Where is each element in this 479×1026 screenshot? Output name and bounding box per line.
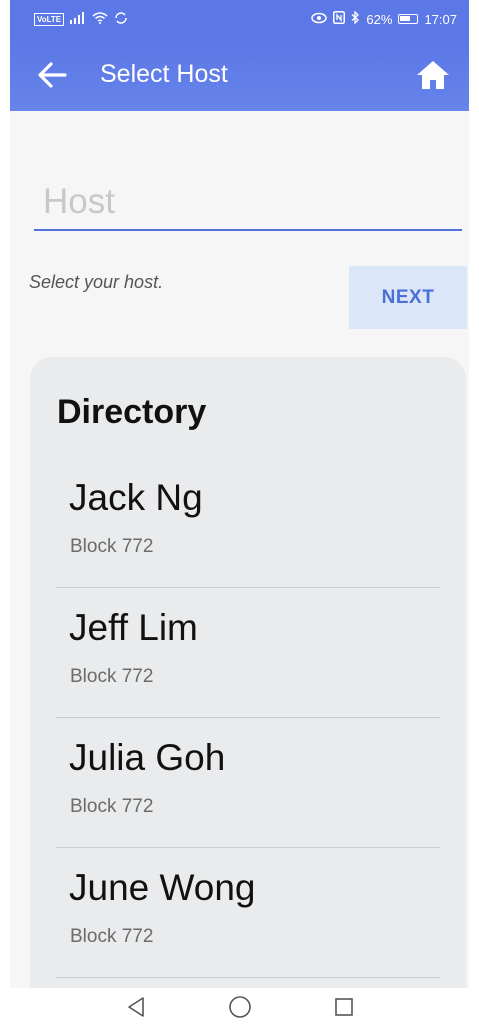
- system-nav-bar: [10, 988, 469, 1026]
- home-circle-icon[interactable]: [227, 994, 253, 1020]
- back-triangle-icon[interactable]: [123, 994, 149, 1020]
- wifi-icon: [92, 11, 108, 27]
- signal-icon: [70, 11, 86, 27]
- host-field[interactable]: [34, 175, 462, 231]
- directory-card: Directory Jack Ng Block 772 Jeff Lim Blo…: [30, 357, 466, 988]
- bluetooth-icon: [351, 10, 360, 27]
- app-bar: Select Host: [10, 38, 469, 111]
- main-content: Select your host. NEXT Directory Jack Ng…: [10, 111, 469, 988]
- directory-title: Directory: [57, 393, 207, 431]
- eye-icon: [311, 12, 328, 27]
- clock: 17:07: [424, 11, 457, 27]
- battery-percent: 62%: [366, 11, 393, 27]
- nfc-icon: [333, 11, 346, 27]
- status-bar: VoLTE 62% 17:07: [10, 0, 469, 38]
- host-block: Block 772: [70, 666, 154, 687]
- volte-icon: VoLTE: [34, 12, 65, 26]
- arrow-left-icon[interactable]: [36, 59, 68, 91]
- page-title: Select Host: [100, 60, 228, 88]
- sync-icon: [114, 11, 128, 28]
- list-item[interactable]: June Wong Block 772: [56, 847, 440, 978]
- host-input[interactable]: [34, 175, 462, 229]
- list-item[interactable]: Jack Ng Block 772: [56, 457, 440, 588]
- host-name: Jeff Lim: [69, 607, 198, 648]
- host-name: Jack Ng: [69, 477, 203, 518]
- host-block: Block 772: [70, 796, 154, 817]
- home-icon[interactable]: [413, 55, 453, 95]
- next-button[interactable]: NEXT: [349, 266, 467, 329]
- host-block: Block 772: [70, 926, 154, 947]
- host-name: June Wong: [69, 867, 256, 908]
- status-right: 62% 17:07: [311, 10, 457, 27]
- host-block: Block 772: [70, 536, 154, 557]
- recents-square-icon[interactable]: [331, 994, 357, 1020]
- list-item[interactable]: Julia Goh Block 772: [56, 717, 440, 848]
- host-name: Julia Goh: [69, 737, 226, 778]
- status-left: VoLTE: [34, 11, 128, 28]
- app-screen: VoLTE 62% 17:07 Select Host Host Select …: [0, 0, 479, 1026]
- helper-text: Select your host.: [29, 272, 164, 292]
- list-item[interactable]: Jeff Lim Block 772: [56, 587, 440, 718]
- battery-icon: [398, 14, 419, 24]
